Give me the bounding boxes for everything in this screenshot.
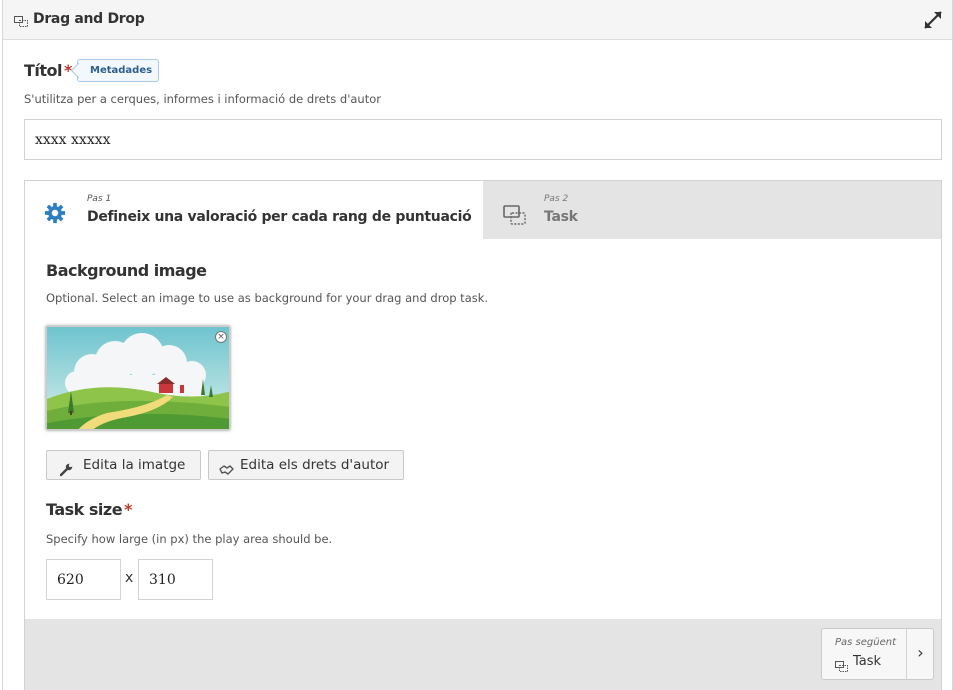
task-size-label: Task size — [46, 500, 123, 519]
gear-icon — [44, 202, 66, 224]
wizard-footer: Pas següent Task › — [25, 619, 941, 690]
editor-panel: Drag and Drop Títol * Metadades S'utilitz… — [2, 0, 953, 690]
task-size-title: Task size * — [46, 500, 132, 519]
content-type-header: Drag and Drop — [3, 0, 952, 40]
drag-drop-icon — [503, 205, 527, 226]
edit-copyright-button[interactable]: Edita els drets d'autor — [208, 450, 404, 480]
required-marker: * — [124, 500, 132, 519]
step-1-number: Pas 1 — [87, 194, 112, 204]
title-input[interactable]: xxxx xxxxx — [24, 119, 942, 160]
wizard: Pas 1 Defineix una valoració per cada ra… — [24, 180, 942, 690]
content-type-title: Drag and Drop — [33, 11, 145, 27]
title-field-label: Títol * — [24, 61, 72, 80]
title-field-description: S'utilitza per a cerques, informes i inf… — [24, 92, 381, 106]
drag-drop-icon — [14, 13, 28, 27]
step-1-title: Defineix una valoració per cada rang de … — [87, 209, 472, 225]
task-height-input[interactable]: 310 — [138, 559, 213, 600]
step-2-title: Task — [544, 209, 578, 225]
background-image-description: Optional. Select an image to use as back… — [46, 291, 489, 305]
metadata-button[interactable]: Metadades — [77, 59, 160, 82]
chevron-right-icon: › — [906, 629, 934, 679]
step-2-number: Pas 2 — [544, 194, 569, 204]
edit-copyright-label: Edita els drets d'autor — [240, 457, 390, 473]
task-size-description: Specify how large (in px) the play area … — [46, 532, 333, 546]
tab-step-2[interactable]: Pas 2 Task — [483, 181, 941, 239]
size-separator: x — [125, 570, 134, 586]
background-image-title: Background image — [46, 261, 207, 280]
edit-image-label: Edita la imatge — [83, 457, 186, 473]
background-image-thumbnail[interactable]: × — [46, 326, 230, 430]
edit-image-button[interactable]: Edita la imatge — [46, 450, 201, 480]
next-step-label: Task — [853, 654, 882, 669]
drag-drop-icon — [835, 657, 848, 672]
title-label-text: Títol — [24, 61, 63, 80]
close-icon[interactable]: × — [215, 331, 227, 343]
wizard-tabs: Pas 1 Defineix una valoració per cada ra… — [25, 181, 941, 239]
next-step-button[interactable]: Pas següent Task › — [821, 628, 934, 680]
wrench-icon — [59, 459, 74, 477]
handshake-icon — [219, 459, 234, 475]
task-width-input[interactable]: 620 — [46, 559, 121, 600]
fullscreen-expand-icon[interactable] — [923, 10, 943, 30]
landscape-image — [47, 327, 229, 429]
tab-step-1[interactable]: Pas 1 Defineix una valoració per cada ra… — [25, 181, 483, 239]
next-step-small-label: Pas següent — [835, 637, 897, 648]
